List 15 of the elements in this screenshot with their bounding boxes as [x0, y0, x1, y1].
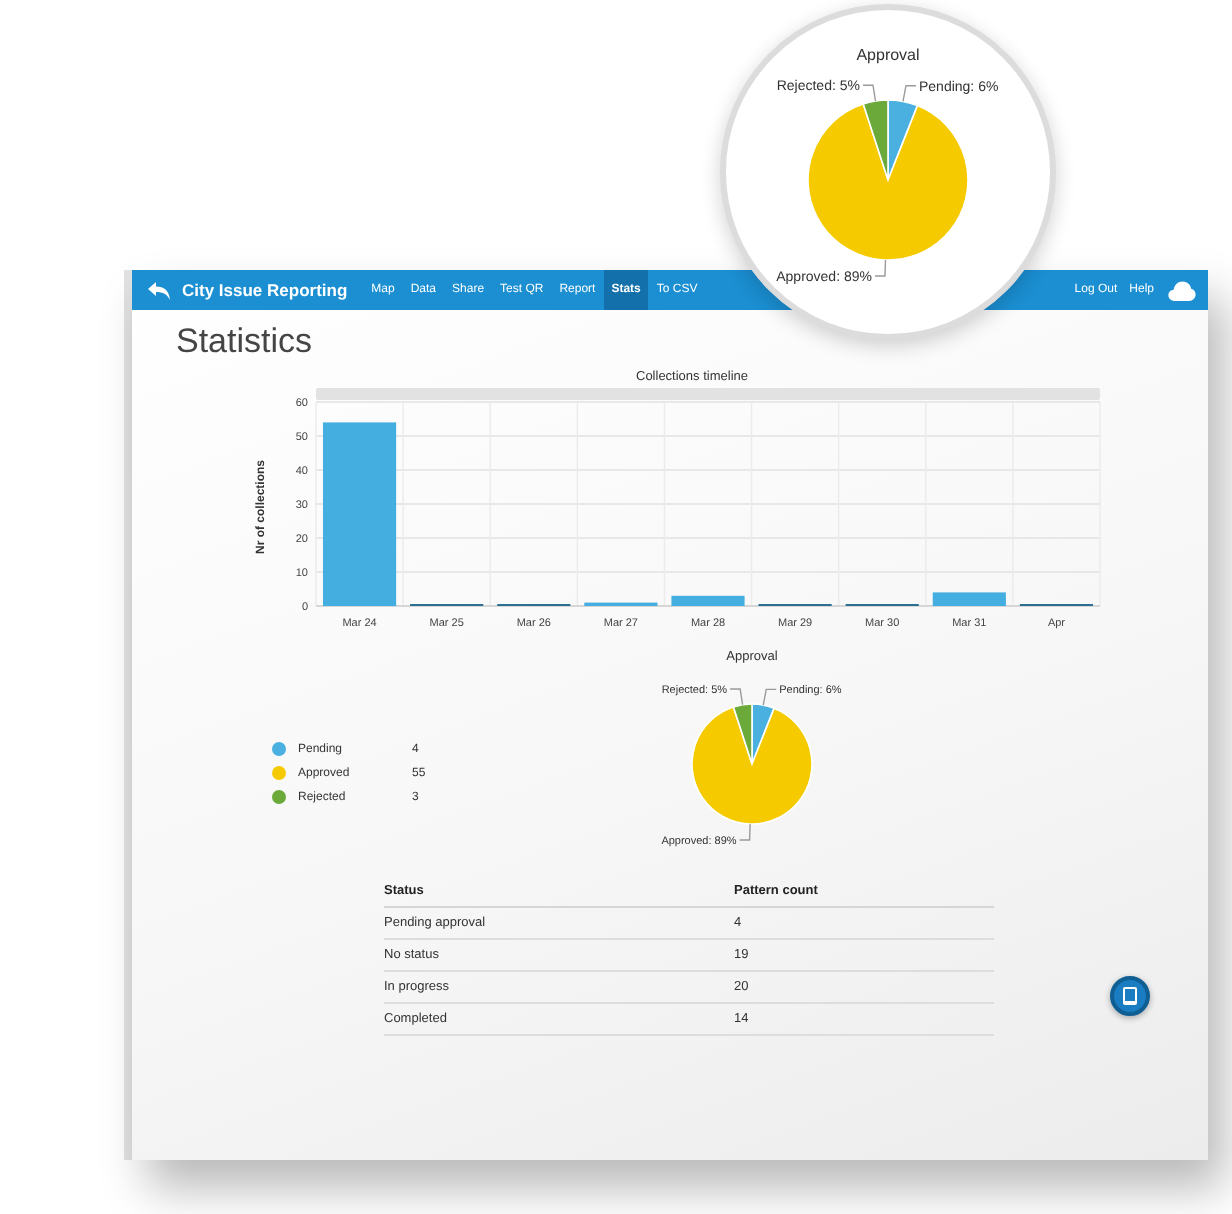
leader-line	[862, 85, 877, 103]
app-title: City Issue Reporting	[182, 280, 348, 300]
leader-line	[729, 688, 744, 706]
leader-line	[874, 260, 887, 278]
back-icon[interactable]	[148, 281, 170, 299]
leader-line	[762, 688, 777, 706]
leader-line	[738, 823, 751, 841]
tablet-icon	[1122, 986, 1138, 1006]
bar	[932, 593, 1006, 607]
chart-title: Approval	[856, 46, 920, 67]
floating-action-button[interactable]	[1110, 976, 1150, 1016]
page-heading: Statistics	[176, 322, 313, 362]
bar	[671, 596, 745, 607]
cloud-icon	[1168, 279, 1196, 301]
leader-line	[902, 85, 917, 103]
